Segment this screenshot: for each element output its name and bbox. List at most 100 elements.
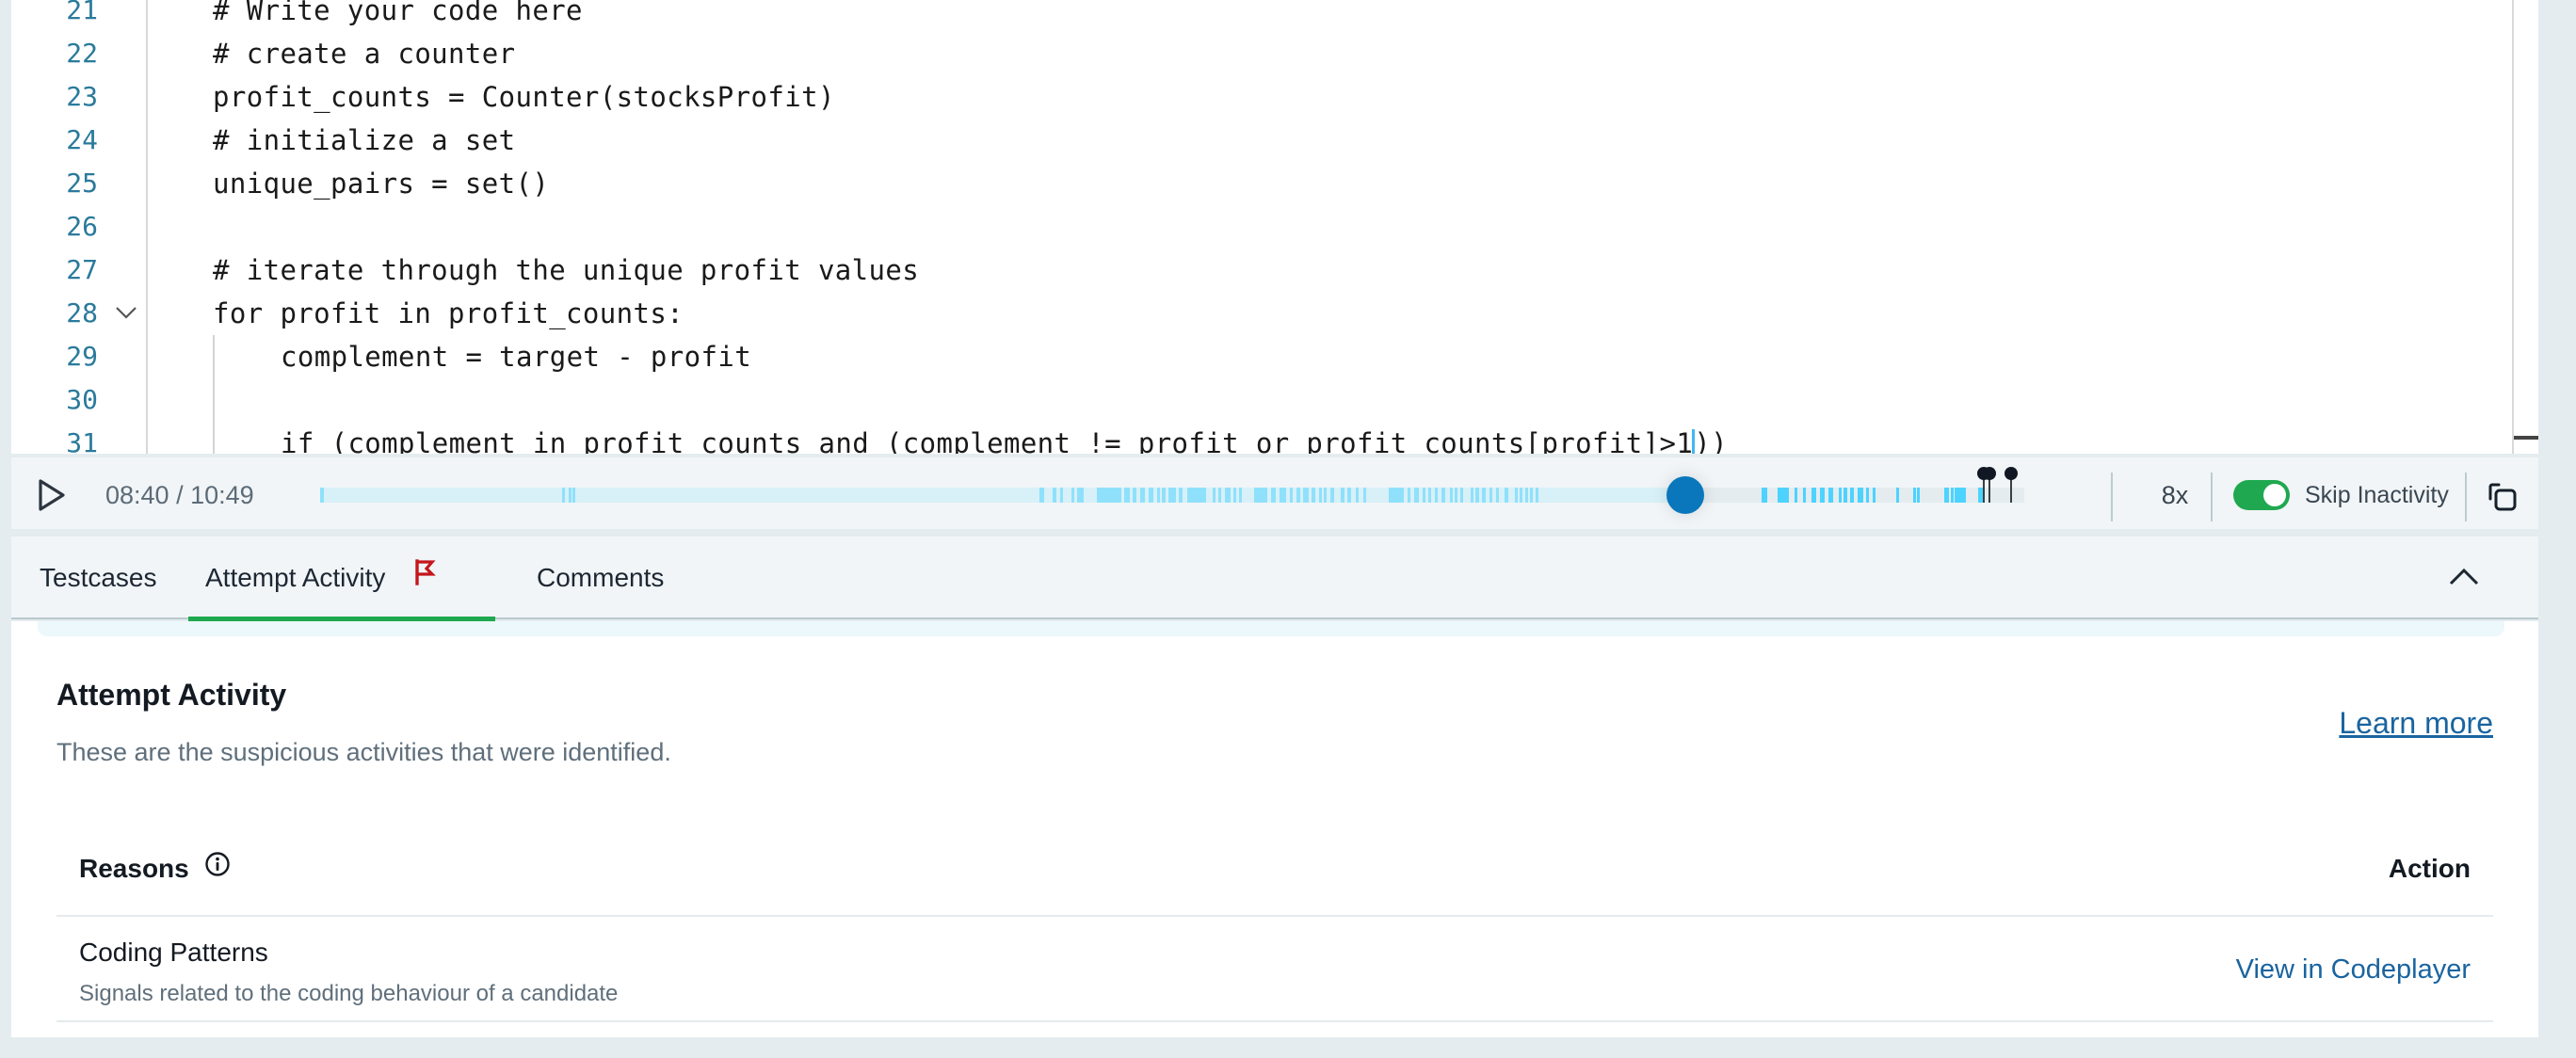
code-editor[interactable]: 21 # Write your code here 22 # create a cou…	[11, 0, 2538, 454]
indent-guide	[213, 335, 215, 454]
activity-segment	[1943, 488, 1950, 503]
event-marker-pin[interactable]	[2004, 467, 2019, 505]
divider	[2111, 473, 2113, 521]
playback-timeline[interactable]	[320, 467, 2024, 514]
line-number: 24	[66, 124, 98, 155]
activity-segment	[1162, 488, 1166, 503]
activity-segment	[1850, 488, 1854, 503]
code-text: complement = target - profit	[281, 341, 752, 373]
activity-segment	[1225, 488, 1231, 503]
line-number: 22	[66, 38, 98, 69]
playback-speed-button[interactable]: 8x	[2147, 457, 2203, 533]
code-line[interactable]: 31 if (complement in profit_counts and (c…	[11, 422, 2506, 454]
copy-icon	[2488, 483, 2517, 511]
play-button[interactable]	[32, 476, 70, 514]
tab-attempt-activity[interactable]: Attempt Activity	[188, 537, 495, 621]
activity-segment	[1951, 488, 1955, 503]
column-header-label: Reasons	[79, 854, 189, 883]
editor-scroll-indicator[interactable]	[2514, 436, 2538, 440]
timeline-played-region	[320, 488, 1685, 503]
activity-segment	[1802, 488, 1807, 503]
activity-segment	[1441, 488, 1445, 503]
activity-segment	[1071, 488, 1075, 503]
activity-segment	[1148, 488, 1154, 503]
line-number: 26	[66, 211, 98, 242]
reason-title: Coding Patterns	[79, 938, 268, 967]
event-marker-pin[interactable]	[1982, 467, 1997, 505]
activity-segment	[320, 488, 324, 503]
activity-segment	[1794, 488, 1798, 503]
column-header-reasons: Reasons	[79, 821, 231, 917]
code-line[interactable]: 26	[11, 205, 2506, 248]
activity-segment	[1489, 488, 1493, 503]
activity-segment	[1450, 488, 1454, 503]
code-line[interactable]: 23 profit_counts = Counter(stocksProfit)	[11, 75, 2506, 119]
code-text: for profit in profit_counts:	[213, 297, 684, 329]
activity-segment	[1124, 488, 1130, 503]
activity-segment	[1097, 488, 1121, 503]
activity-segment	[1427, 488, 1432, 503]
activity-segment	[1156, 488, 1160, 503]
activity-segment	[1954, 488, 1967, 503]
activity-segment	[1514, 488, 1518, 503]
skip-inactivity-toggle[interactable]	[2233, 480, 2290, 510]
tab-label: Testcases	[40, 563, 157, 592]
code-line[interactable]: 30	[11, 378, 2506, 422]
activity-segment	[1341, 488, 1344, 503]
code-line[interactable]: 24 # initialize a set	[11, 119, 2506, 162]
activity-segment	[1838, 488, 1842, 503]
playback-bar: 08:40 / 10:49 8x Skip Inactivity	[11, 457, 2538, 533]
activity-segment	[1238, 488, 1242, 503]
code-line[interactable]: 29 complement = target - profit	[11, 335, 2506, 378]
code-line[interactable]: 27 # iterate through the unique profit va…	[11, 248, 2506, 292]
activity-segment	[1303, 488, 1309, 503]
activity-segment	[1524, 488, 1528, 503]
activity-segment	[1819, 488, 1826, 503]
line-number: 28	[66, 297, 98, 329]
code-line[interactable]: 25 unique_pairs = set()	[11, 162, 2506, 205]
activity-segment	[1857, 488, 1860, 503]
activity-segment	[1470, 488, 1473, 503]
info-icon[interactable]	[204, 821, 231, 917]
editor-scrollbar-track[interactable]	[2512, 0, 2514, 454]
toggle-knob	[2263, 484, 2286, 506]
code-line[interactable]: 21 # Write your code here	[11, 0, 2506, 32]
attempt-activity-panel: Attempt Activity These are the suspiciou…	[11, 621, 2538, 1037]
tab-testcases[interactable]: Testcases	[23, 537, 174, 619]
chevron-down-icon	[116, 307, 137, 319]
activity-segment	[1843, 488, 1847, 503]
tab-label: Attempt Activity	[205, 563, 386, 592]
playback-time: 08:40 / 10:49	[105, 481, 254, 509]
activity-segment	[1475, 488, 1479, 503]
activity-segment	[1535, 488, 1538, 503]
code-text: # iterate through the unique profit valu…	[213, 254, 920, 286]
activity-segment	[1168, 488, 1176, 503]
activity-segment	[1455, 488, 1458, 503]
collapse-panel-button[interactable]	[2448, 563, 2480, 591]
copy-button[interactable]	[2486, 480, 2520, 514]
reasons-table: Reasons Action Coding Patterns Signals r…	[56, 821, 2493, 1022]
code-text-after-cursor: ))	[1694, 427, 1728, 454]
activity-segment	[562, 488, 566, 503]
view-in-codeplayer-link[interactable]: View in Codeplayer	[2236, 917, 2471, 1022]
activity-segment	[1330, 488, 1334, 503]
panel-top-strip	[38, 621, 2504, 636]
activity-segment	[1495, 488, 1499, 503]
activity-segment	[1356, 488, 1360, 503]
skip-inactivity-label: Skip Inactivity	[2305, 482, 2449, 508]
code-line[interactable]: 22 # create a counter	[11, 32, 2506, 75]
flag-icon	[413, 536, 437, 618]
activity-segment	[1407, 488, 1411, 503]
fold-toggle[interactable]	[111, 292, 139, 335]
line-number: 30	[66, 384, 98, 415]
activity-segment	[1179, 488, 1183, 503]
playhead-thumb[interactable]	[1666, 476, 1704, 514]
activity-segment	[1388, 488, 1405, 503]
activity-segment	[1312, 488, 1316, 503]
learn-more-link[interactable]: Learn more	[2339, 706, 2493, 741]
activity-segment	[1213, 488, 1216, 503]
code-text: if (complement in profit_counts and (com…	[281, 422, 1728, 454]
tab-comments[interactable]: Comments	[520, 537, 681, 619]
code-line[interactable]: 28 for profit in profit_counts:	[11, 292, 2506, 335]
tab-label: Comments	[537, 563, 665, 592]
